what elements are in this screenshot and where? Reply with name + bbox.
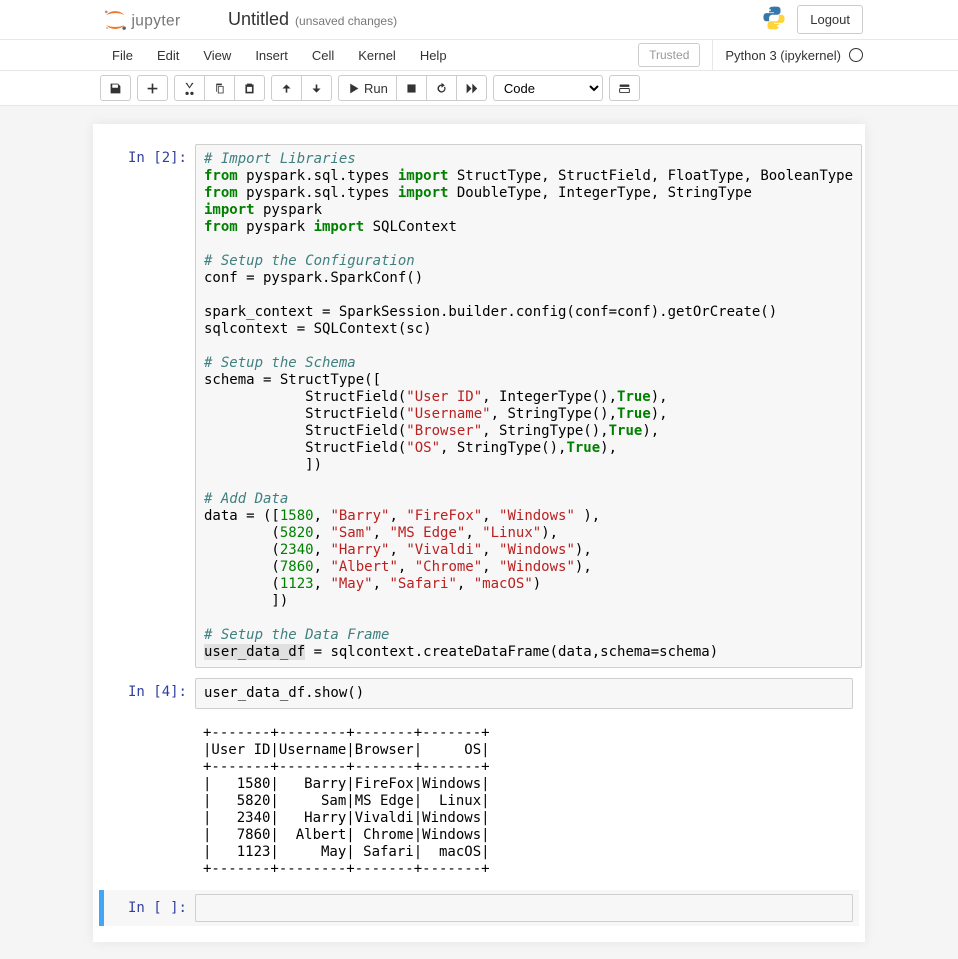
- toolbar: Run Code: [0, 71, 958, 106]
- menu-cell[interactable]: Cell: [300, 42, 346, 69]
- input-prompt: In [ ]:: [105, 894, 195, 922]
- copy-button[interactable]: [205, 75, 235, 101]
- kernel-name: Python 3 (ipykernel): [725, 48, 841, 63]
- cell-input[interactable]: [195, 894, 853, 922]
- run-label: Run: [364, 81, 388, 96]
- menu-edit[interactable]: Edit: [145, 42, 191, 69]
- paste-button[interactable]: [235, 75, 265, 101]
- command-palette-button[interactable]: [609, 75, 640, 101]
- notebook-container: In [2]:# Import Libraries from pyspark.s…: [93, 124, 865, 942]
- input-prompt: In [4]:: [105, 678, 195, 709]
- menu-insert[interactable]: Insert: [243, 42, 300, 69]
- python-logo-icon: [761, 5, 787, 34]
- run-button[interactable]: Run: [338, 75, 397, 101]
- kernel-indicator[interactable]: Python 3 (ipykernel): [712, 40, 863, 70]
- cut-button[interactable]: [174, 75, 205, 101]
- restart-button[interactable]: [427, 75, 457, 101]
- output-row: +-------+--------+-------+-------+ |User…: [99, 715, 859, 888]
- menu-kernel[interactable]: Kernel: [346, 42, 408, 69]
- save-status: (unsaved changes): [295, 14, 397, 28]
- trusted-indicator[interactable]: Trusted: [638, 43, 700, 67]
- save-button[interactable]: [100, 75, 131, 101]
- menu-file[interactable]: File: [100, 42, 145, 69]
- move-up-button[interactable]: [271, 75, 302, 101]
- kernel-status-icon: [849, 48, 863, 62]
- menu-help[interactable]: Help: [408, 42, 459, 69]
- interrupt-button[interactable]: [397, 75, 427, 101]
- restart-run-all-button[interactable]: [457, 75, 487, 101]
- menu-view[interactable]: View: [191, 42, 243, 69]
- menubar: FileEditViewInsertCellKernelHelp Trusted…: [0, 40, 958, 71]
- code-cell[interactable]: In [4]:user_data_df.show(): [99, 674, 859, 713]
- move-down-button[interactable]: [302, 75, 332, 101]
- cell-input[interactable]: # Import Libraries from pyspark.sql.type…: [195, 144, 862, 668]
- cell-type-select[interactable]: Code: [493, 75, 603, 101]
- jupyter-logo[interactable]: jupyter: [100, 7, 210, 33]
- stream-output: +-------+--------+-------+-------+ |User…: [195, 719, 853, 884]
- header: jupyter Untitled (unsaved changes) Logou…: [0, 0, 958, 40]
- output-prompt: [105, 719, 195, 884]
- code-cell[interactable]: In [2]:# Import Libraries from pyspark.s…: [99, 140, 859, 672]
- notebook-scroll[interactable]: In [2]:# Import Libraries from pyspark.s…: [0, 106, 958, 959]
- add-cell-button[interactable]: [137, 75, 168, 101]
- input-prompt: In [2]:: [105, 144, 195, 668]
- logout-button[interactable]: Logout: [797, 5, 863, 34]
- brand-text: jupyter: [130, 12, 180, 29]
- cell-input[interactable]: user_data_df.show(): [195, 678, 853, 709]
- notebook-name[interactable]: Untitled: [228, 9, 289, 30]
- code-cell[interactable]: In [ ]:: [99, 890, 859, 926]
